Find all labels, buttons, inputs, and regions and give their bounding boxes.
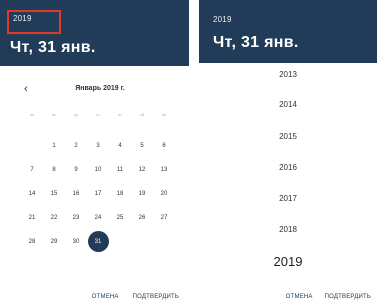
day-cell[interactable]: 6: [153, 134, 175, 158]
day-cell[interactable]: 19: [131, 182, 153, 206]
day-cell[interactable]: 14: [21, 182, 43, 206]
year-item[interactable]: 2015: [199, 132, 377, 141]
cancel-button[interactable]: ОТМЕНА: [286, 294, 313, 300]
year-highlight-box: [7, 10, 61, 34]
day-cell[interactable]: 20: [153, 182, 175, 206]
day-cell[interactable]: 21: [21, 206, 43, 230]
day-cell[interactable]: 31: [87, 230, 109, 254]
weekday-label: чт: [96, 112, 100, 117]
header-year[interactable]: 2019: [213, 15, 232, 24]
day-cell[interactable]: 27: [153, 206, 175, 230]
day-cell[interactable]: 8: [43, 158, 65, 182]
day-cell[interactable]: 15: [43, 182, 65, 206]
weekday-label: пн: [29, 112, 35, 117]
chevron-left-icon[interactable]: ‹: [24, 82, 28, 96]
day-cell[interactable]: 9: [65, 158, 87, 182]
weekday-label: вс: [161, 112, 167, 117]
day-cell[interactable]: 12: [131, 158, 153, 182]
year-item[interactable]: 2018: [199, 225, 377, 234]
day-cell[interactable]: 11: [109, 158, 131, 182]
day-cell[interactable]: 30: [65, 230, 87, 254]
dialog-actions: ОТМЕНА ПОДТВЕРДИТЬ: [286, 294, 371, 300]
day-number: 31: [94, 239, 102, 245]
year-item[interactable]: 2013: [199, 70, 377, 79]
day-grid: 1 2 3 4 5 6 7 8 9 10 11 12 13 14 15 16 17 18 19 20 21 22 23 24 2…: [21, 134, 175, 254]
year-item-selected[interactable]: 2019: [199, 254, 377, 269]
weekday-label: пт: [118, 112, 122, 117]
day-cell[interactable]: 25: [109, 206, 131, 230]
weekday-label: ср: [73, 112, 79, 117]
date-header: 2019 Чт, 31 янв.: [199, 0, 377, 63]
year-item[interactable]: 2014: [199, 100, 377, 109]
weekday-label: вт: [52, 112, 56, 117]
day-cell[interactable]: 24: [87, 206, 109, 230]
weekday-row: пн вт ср чт пт сб вс: [21, 112, 175, 117]
header-date[interactable]: Чт, 31 янв.: [10, 39, 96, 57]
day-cell[interactable]: 18: [109, 182, 131, 206]
day-cell[interactable]: 4: [109, 134, 131, 158]
day-cell[interactable]: 10: [87, 158, 109, 182]
calendar-nav: ‹ Январь 2019 г.: [0, 82, 189, 96]
confirm-button[interactable]: ПОДТВЕРДИТЬ: [133, 294, 179, 300]
day-cell[interactable]: 17: [87, 182, 109, 206]
cancel-button[interactable]: ОТМЕНА: [92, 294, 119, 300]
day-cell[interactable]: 22: [43, 206, 65, 230]
dialog-actions: ОТМЕНА ПОДТВЕРДИТЬ: [92, 294, 179, 300]
day-cell[interactable]: 1: [43, 134, 65, 158]
date-header: 2019 Чт, 31 янв.: [0, 0, 189, 66]
month-title: Январь 2019 г.: [75, 85, 125, 92]
day-cell[interactable]: 5: [131, 134, 153, 158]
day-cell[interactable]: 2: [65, 134, 87, 158]
confirm-button[interactable]: ПОДТВЕРДИТЬ: [325, 294, 371, 300]
day-cell[interactable]: 28: [21, 230, 43, 254]
year-item[interactable]: 2017: [199, 194, 377, 203]
day-cell[interactable]: 13: [153, 158, 175, 182]
day-cell[interactable]: 23: [65, 206, 87, 230]
day-cell[interactable]: 3: [87, 134, 109, 158]
day-cell[interactable]: 16: [65, 182, 87, 206]
day-cell[interactable]: 26: [131, 206, 153, 230]
year-item[interactable]: 2016: [199, 163, 377, 172]
date-picker-year-list: 2019 Чт, 31 янв. 2013 2014 2015 2016 2017 201…: [199, 0, 377, 308]
date-picker-calendar: 2019 Чт, 31 янв. ‹ Январь 2019 г. пн вт ср…: [0, 0, 189, 308]
weekday-label: сб: [139, 112, 145, 117]
day-cell-empty: [21, 134, 43, 158]
header-date[interactable]: Чт, 31 янв.: [213, 34, 299, 52]
day-cell[interactable]: 29: [43, 230, 65, 254]
day-cell[interactable]: 7: [21, 158, 43, 182]
